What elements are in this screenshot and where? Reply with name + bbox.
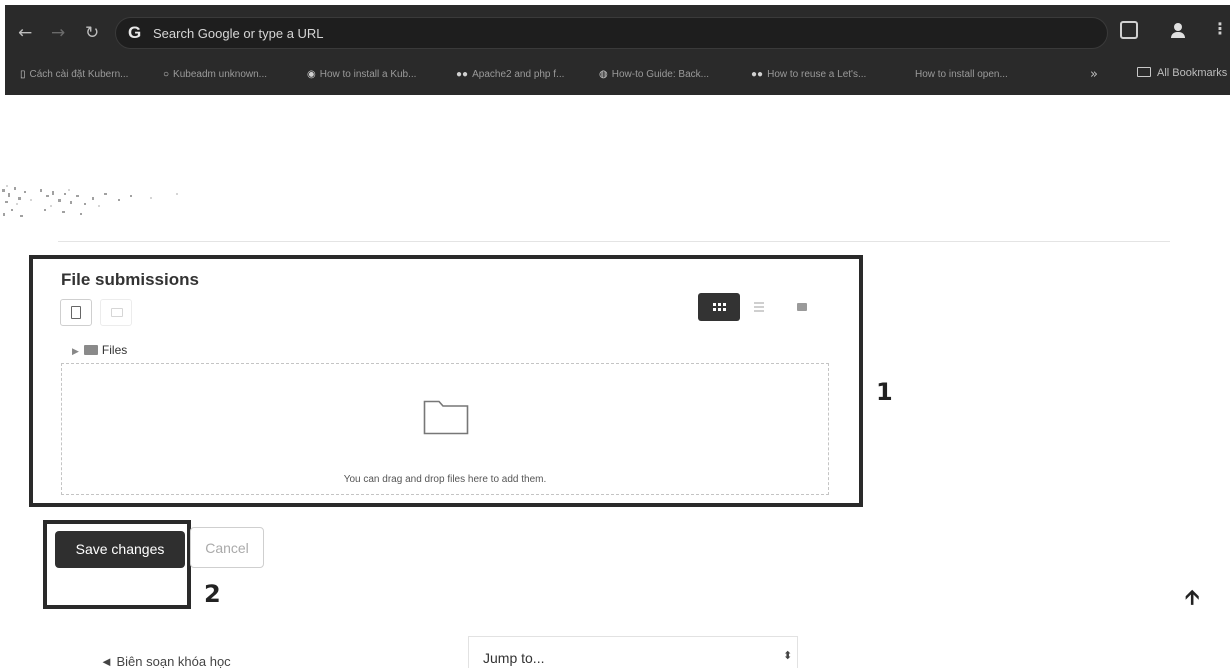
- google-logo-icon: G: [128, 23, 142, 42]
- jump-to-value: Jump to...: [483, 650, 545, 666]
- forward-arrow-icon[interactable]: →: [51, 23, 65, 43]
- browser-toolbar: ← → ↻ G Search Google or type a URL ⋮: [5, 5, 1230, 59]
- section-divider: [58, 241, 1170, 242]
- save-changes-button[interactable]: Save changes: [55, 531, 185, 568]
- file-submissions-title: File submissions: [61, 270, 199, 289]
- select-caret-icon: ⬍: [783, 649, 793, 662]
- expand-arrow-icon: ▶: [72, 346, 79, 356]
- arrow-up-icon[interactable]: 🡩: [1185, 583, 1199, 617]
- files-path-breadcrumb[interactable]: ▶ Files: [72, 343, 127, 357]
- bookmarks-bar: ▯ Cách cài đặt Kubern... ○ Kubeadm unknown…: [5, 59, 1230, 95]
- bookmark-item[interactable]: ◍ How-to Guide: Back...: [599, 69, 709, 80]
- add-file-icon: [71, 306, 81, 319]
- create-folder-icon: [111, 308, 123, 317]
- create-folder-button[interactable]: [100, 299, 132, 326]
- bookmarks-overflow-button[interactable]: »: [1090, 67, 1098, 82]
- view-list-button[interactable]: [738, 293, 780, 321]
- bookmark-item[interactable]: ○ Kubeadm unknown...: [163, 69, 267, 80]
- folder-outline-icon: [423, 400, 469, 435]
- folder-icon: [797, 303, 807, 311]
- back-arrow-icon[interactable]: ←: [18, 23, 32, 43]
- jump-to-select[interactable]: Jump to... ⬍: [468, 636, 798, 668]
- profile-icon[interactable]: [1169, 21, 1187, 39]
- kebab-menu-icon[interactable]: ⋮: [1212, 19, 1228, 38]
- folder-icon: [1137, 67, 1151, 77]
- bookmark-item[interactable]: ●● Apache2 and php f...: [456, 69, 564, 80]
- address-bar-placeholder: Search Google or type a URL: [153, 26, 324, 41]
- cancel-button[interactable]: Cancel: [190, 527, 264, 568]
- add-file-button[interactable]: [60, 299, 92, 326]
- bookmark-item[interactable]: How to install open...: [915, 69, 1008, 80]
- dropzone-hint: You can drag and drop files here to add …: [343, 474, 547, 485]
- view-tree-button[interactable]: [781, 293, 823, 321]
- annotation-label-1: 1: [876, 378, 893, 406]
- file-dropzone[interactable]: You can drag and drop files here to add …: [61, 363, 829, 495]
- blurred-logo-artifact: [2, 185, 178, 217]
- bookmark-item[interactable]: ◉ How to install a Kub...: [307, 69, 416, 80]
- annotation-label-2: 2: [204, 580, 221, 608]
- previous-activity-link[interactable]: ◄ Biên soạn khóa học: [100, 654, 231, 668]
- bookmark-item[interactable]: ▯ Cách cài đặt Kubern...: [20, 69, 128, 80]
- bookmark-item[interactable]: ●● How to reuse a Let's...: [751, 69, 866, 80]
- address-bar[interactable]: G Search Google or type a URL: [115, 17, 1108, 49]
- all-bookmarks-button[interactable]: All Bookmarks: [1137, 67, 1227, 79]
- reload-icon[interactable]: ↻: [85, 23, 99, 43]
- browser-chrome: ← → ↻ G Search Google or type a URL ⋮ ▯ C…: [5, 5, 1230, 95]
- folder-icon: [83, 345, 98, 355]
- extensions-icon[interactable]: [1120, 21, 1138, 39]
- view-icons-button[interactable]: [698, 293, 740, 321]
